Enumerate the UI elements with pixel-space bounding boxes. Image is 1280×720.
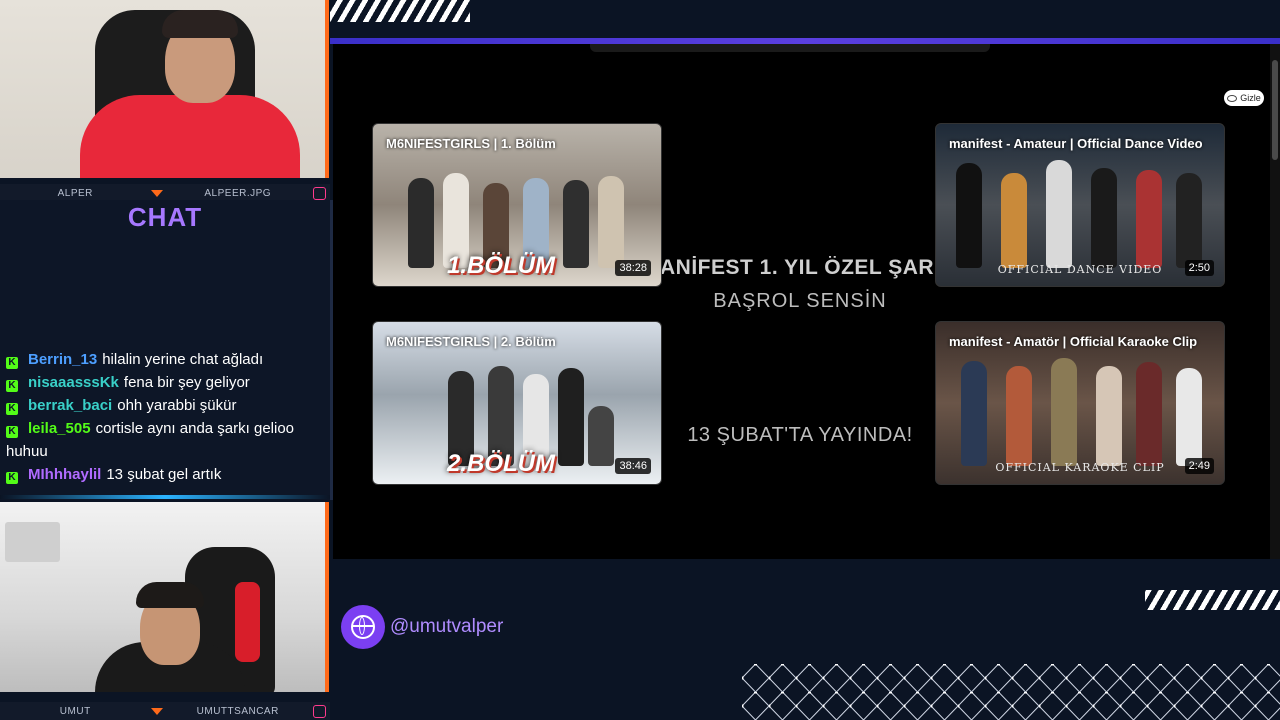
streamer-handle: ALPEER.JPG [204, 187, 272, 199]
bottom-right-stripes-decoration [1145, 590, 1280, 610]
streamer-name: UMUT [59, 705, 91, 717]
chevron-down-icon [150, 707, 163, 715]
thumbnail-overlay-text: OFFICIAL DANCE VIDEO [997, 263, 1163, 276]
kick-icon: K [6, 403, 18, 415]
webcam-bottom [0, 502, 329, 692]
hide-button-label: Gizle [1240, 93, 1261, 103]
video-card[interactable]: manifest - Amatör | Official Karaoke Cli… [935, 321, 1225, 485]
scrollbar-thumb[interactable] [1272, 60, 1278, 160]
chat-messages: K Berrin_13 hilalin yerine chat ağladı Knis… [6, 348, 324, 486]
video-title[interactable]: manifest - Amateur | Official Dance Vide… [949, 136, 1203, 151]
instagram-icon [313, 186, 326, 200]
video-title[interactable]: M6NIFESTGIRLS | 1. Bölüm [386, 136, 556, 151]
video-card[interactable]: M6NIFESTGIRLS | 1. Bölüm 1.BÖLÜM 38:28 [372, 123, 662, 287]
chat-title: CHAT [127, 202, 203, 232]
hide-button[interactable]: Gizle [1224, 90, 1264, 106]
chat-divider [0, 495, 330, 499]
streamer-handle: UMUTTSANCAR [196, 705, 279, 717]
chat-username[interactable]: Berrin_13 [28, 351, 97, 368]
promo-subheadline: BAŞROL SENSİN [713, 290, 887, 312]
video-title[interactable]: M6NIFESTGIRLS | 2. Bölüm [386, 334, 556, 349]
streamer-name: ALPER [57, 187, 93, 199]
eye-off-icon [1227, 94, 1238, 102]
kick-icon: K [6, 357, 18, 369]
diamond-pattern-decoration [742, 664, 1280, 720]
video-duration: 2:50 [1184, 260, 1214, 276]
top-stripes-decoration [330, 0, 470, 22]
browser-address-bar[interactable] [590, 44, 990, 52]
video-card[interactable]: manifest - Amateur | Official Dance Vide… [935, 123, 1225, 287]
chat-message: KnisaaasssKk fena bir şey geliyor [6, 371, 324, 394]
chat-message: K Berrin_13 hilalin yerine chat ağladı [6, 348, 324, 371]
chat-message-text: ohh yarabbi şükür [117, 397, 237, 414]
video-duration: 38:46 [615, 458, 651, 474]
video-title[interactable]: manifest - Amatör | Official Karaoke Cli… [949, 334, 1197, 349]
kick-icon: K [6, 380, 18, 392]
kick-icon: K [6, 426, 18, 438]
promo-headline: ANİFEST 1. YIL ÖZEL ŞARK [660, 256, 940, 279]
kick-icon: K [6, 472, 18, 484]
thumbnail-overlay-text: 1.BÖLÜM [447, 252, 555, 279]
chat-message: Kberrak_baci ohh yarabbi şükür [6, 394, 324, 417]
video-card[interactable]: M6NIFESTGIRLS | 2. Bölüm 2.BÖLÜM 38:46 [372, 321, 662, 485]
promo-release-date: 13 ŞUBAT'TA YAYINDA! [687, 424, 913, 446]
chat-username[interactable]: MIhhhaylil [28, 466, 101, 483]
chat-message-text: hilalin yerine chat ağladı [102, 351, 264, 368]
chat-message-text: 13 şubat gel artık [106, 466, 222, 483]
webcam-bottom-nameplate: UMUT UMUTTSANCAR [0, 702, 330, 720]
social-handle-badge [341, 605, 385, 649]
chat-username[interactable]: berrak_baci [28, 397, 112, 414]
social-handle: @umutvalper [390, 616, 504, 637]
chat-message: K MIhhhaylil 13 şubat gel artık [6, 463, 324, 486]
chat-username[interactable]: leila_505 [28, 420, 91, 437]
thumbnail-overlay-text: 2.BÖLÜM [447, 450, 555, 477]
instagram-icon [313, 704, 326, 718]
chevron-down-icon [150, 189, 163, 197]
chat-username[interactable]: nisaaasssKk [28, 374, 119, 391]
video-duration: 2:49 [1184, 458, 1214, 474]
video-duration: 38:28 [615, 260, 651, 276]
thumbnail-overlay-text: OFFICIAL KARAOKE CLIP [995, 461, 1165, 474]
chat-message-text: fena bir şey geliyor [123, 374, 250, 391]
chat-message: Kleila_505 cortisle aynı anda şarkı gelio… [6, 417, 324, 463]
webcam-top [0, 0, 329, 178]
globe-icon [351, 615, 375, 639]
